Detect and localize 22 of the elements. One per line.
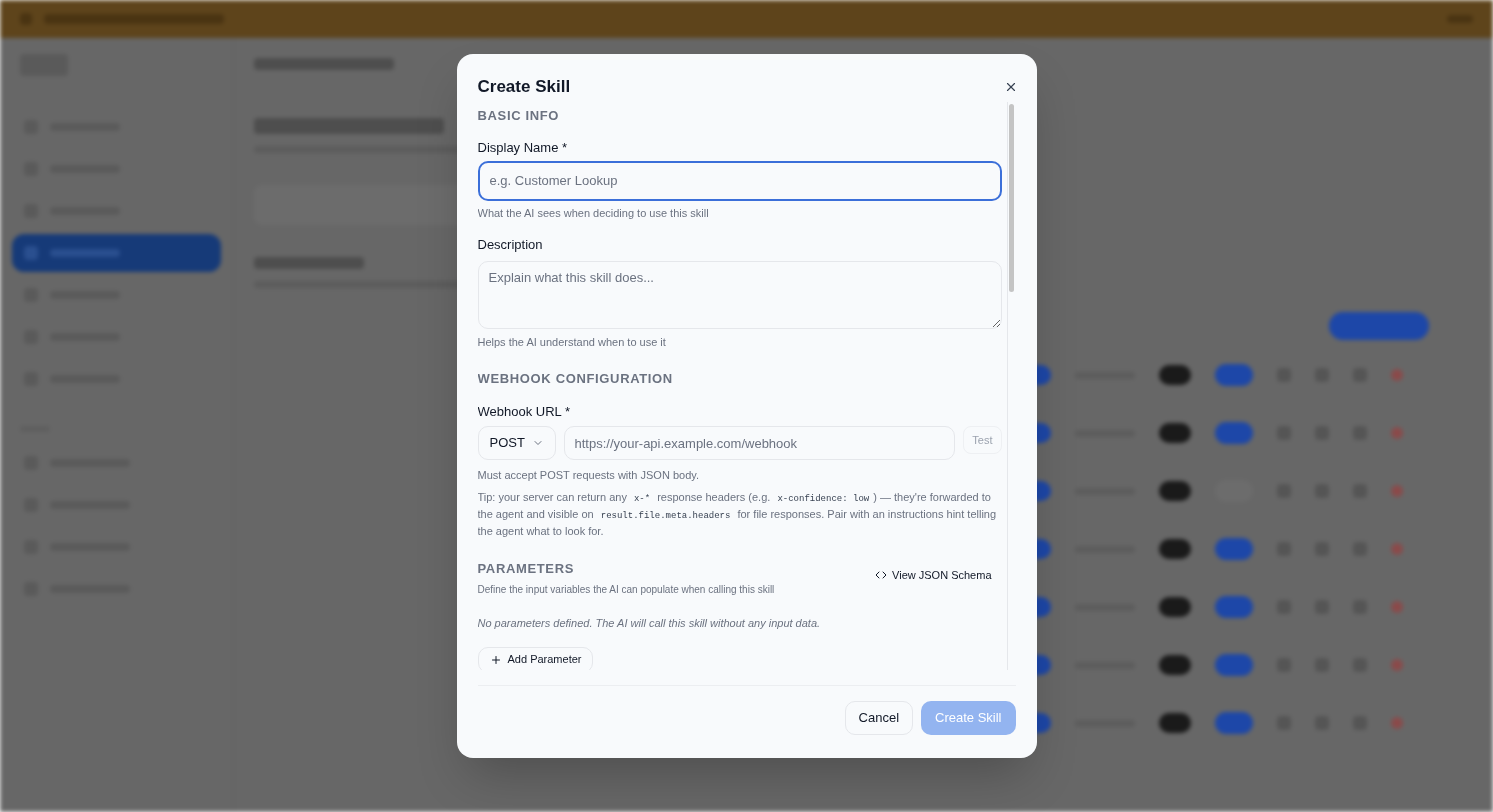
section-description: Define the input variables the AI can populate when calling this skill bbox=[477, 583, 775, 597]
section-heading: WEBHOOK CONFIGURATION bbox=[477, 370, 674, 388]
tip-text: Tip: your server can return any x-* response headers (e.g. x-confidence: low ) — they're forwarded to the agent and visible on result.file.meta.headers for file responses. Pair with an instructions hint telling the agent what to look for. bbox=[477, 489, 998, 539]
field-label: Display Name * bbox=[477, 139, 569, 157]
field-label: Description bbox=[477, 236, 544, 254]
field-hint: Helps the AI understand when to use it bbox=[477, 334, 667, 350]
add-parameter-button[interactable]: Add Parameter bbox=[477, 646, 594, 670]
section-heading: PARAMETERS bbox=[477, 559, 576, 578]
plus-icon bbox=[489, 653, 502, 666]
webhook-url-field[interactable]: https://your-api.example.com/webhook bbox=[563, 426, 956, 460]
method-select[interactable]: POST bbox=[477, 426, 556, 460]
display-name-field[interactable]: e.g. Customer Lookup bbox=[477, 160, 1002, 201]
description-field[interactable]: Explain what this skill does... bbox=[477, 260, 1002, 329]
field-hint: Must accept POST requests with JSON body. bbox=[477, 468, 700, 483]
empty-parameters-text: No parameters defined. The AI will call this skill without any input data. bbox=[477, 616, 822, 631]
view-json-schema-button[interactable]: View JSON Schema bbox=[875, 566, 992, 583]
dialog-title: Create Skill bbox=[477, 76, 571, 98]
cancel-button[interactable]: Cancel bbox=[844, 700, 914, 735]
field-label: Webhook URL * bbox=[477, 402, 571, 421]
section-heading: BASIC INFO bbox=[477, 106, 561, 125]
field-hint: What the AI sees when deciding to use this skill bbox=[477, 205, 710, 221]
scrollbar[interactable] bbox=[1006, 101, 1016, 670]
